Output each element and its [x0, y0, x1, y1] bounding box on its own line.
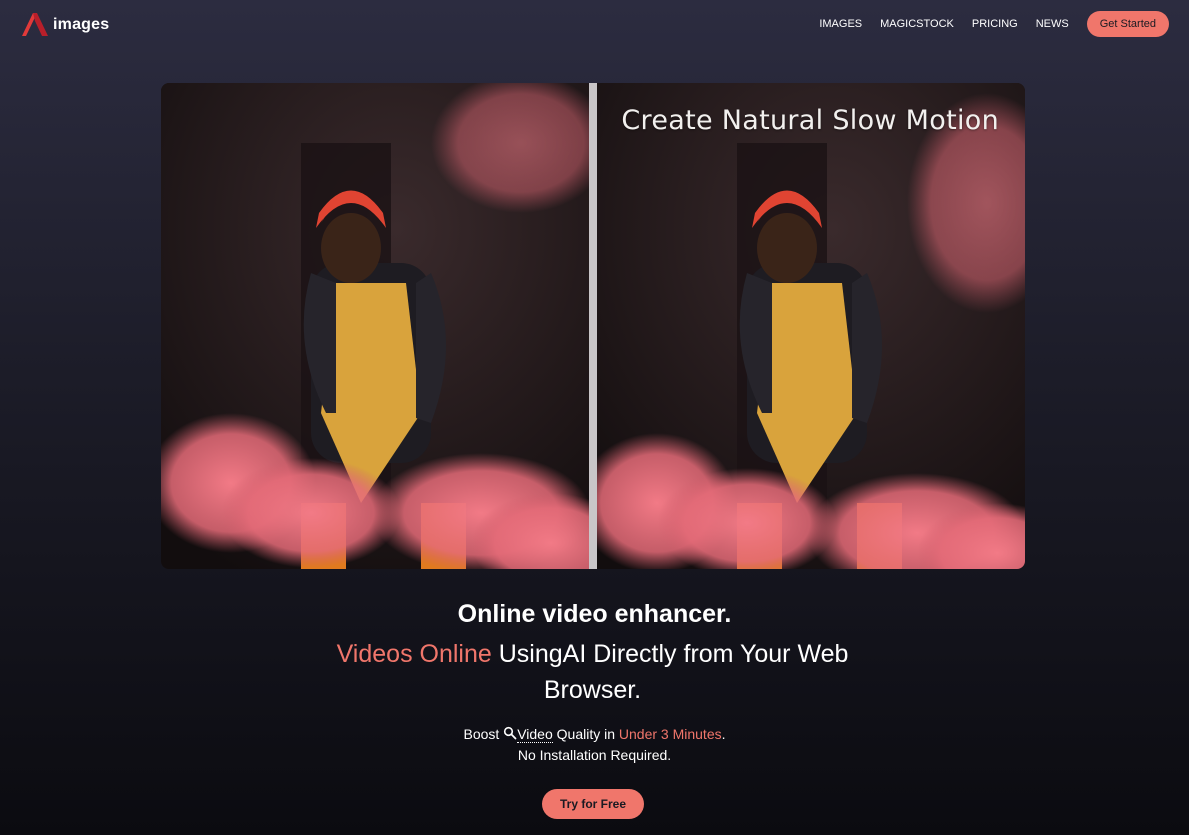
blurb-end: .: [721, 726, 726, 742]
subhead-accent: Videos Online: [336, 640, 492, 668]
brand-logo-text: images: [53, 16, 110, 33]
nav-item-magicstock[interactable]: MAGICSTOCK: [880, 18, 954, 30]
subhead-text: UsingAI Directly from Your Web Browser.: [491, 640, 849, 704]
nav-item-news[interactable]: NEWS: [1036, 18, 1069, 30]
blurb-line-2: No Installation Required.: [517, 747, 672, 763]
blurb-line-1: Boost Video Quality in Under 3 Minutes.: [0, 724, 1189, 745]
feature-blurb: Boost Video Quality in Under 3 Minutes. …: [0, 724, 1189, 766]
search-icon: [504, 726, 517, 740]
comparison-divider-handle[interactable]: [589, 83, 597, 569]
video-link[interactable]: Video: [517, 726, 553, 743]
blurb-accent: Under 3 Minutes: [618, 726, 722, 742]
hero-caption: Create Natural Slow Motion: [621, 105, 999, 136]
nav-menu: IMAGES MAGICSTOCK PRICING NEWS Get Start…: [819, 11, 1169, 37]
get-started-button[interactable]: Get Started: [1086, 11, 1169, 37]
page-subheadline: Videos Online UsingAI Directly from Your…: [305, 636, 880, 708]
brand-logo-icon: [22, 13, 48, 36]
woman-with-pink-smoke-photo: [597, 83, 1025, 569]
hero-image-before: [161, 83, 589, 569]
hero-image-after: Create Natural Slow Motion: [597, 83, 1025, 569]
brand-logo[interactable]: images: [20, 10, 109, 38]
woman-with-pink-smoke-photo: [161, 83, 589, 569]
hero-comparison-media: Create Natural Slow Motion: [161, 83, 1025, 569]
nav-item-images[interactable]: IMAGES: [819, 18, 862, 30]
blurb-middle: Quality in: [552, 726, 619, 742]
try-for-free-button[interactable]: Try for Free: [542, 789, 644, 819]
nav-item-pricing[interactable]: PRICING: [972, 18, 1018, 30]
page-headline: Online video enhancer.: [457, 600, 732, 628]
top-navigation: images IMAGES MAGICSTOCK PRICING NEWS Ge…: [0, 0, 1189, 48]
blurb-prefix: Boost: [463, 726, 504, 742]
